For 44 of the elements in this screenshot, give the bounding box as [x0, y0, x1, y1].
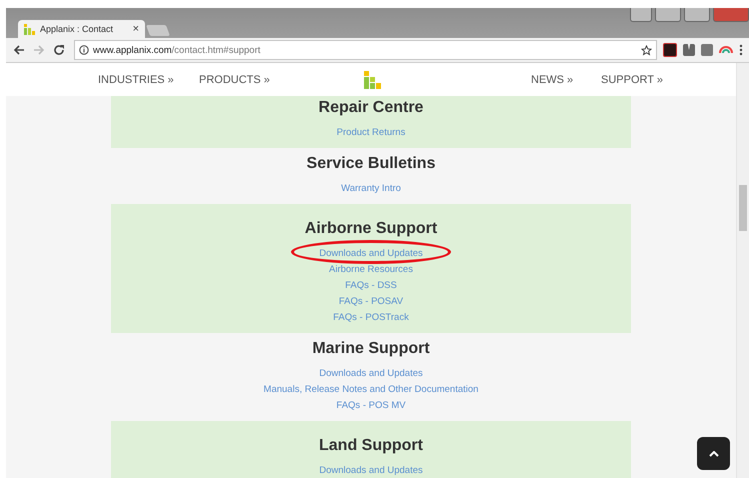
- nav-link[interactable]: SUPPORT »: [601, 74, 663, 86]
- rainbow-extension-icon[interactable]: [719, 46, 733, 54]
- scroll-to-top-button[interactable]: [697, 437, 730, 470]
- section-link[interactable]: Downloads and Updates: [319, 366, 423, 382]
- section-link[interactable]: FAQs - POS MV: [336, 398, 406, 414]
- section-heading: Service Bulletins: [306, 154, 436, 174]
- logo-icon: [24, 24, 35, 34]
- tab-close-button[interactable]: ×: [132, 23, 139, 35]
- section-link[interactable]: Manuals, Release Notes and Other Documentation: [264, 382, 478, 398]
- section-link[interactable]: FAQs - POSAV: [338, 294, 404, 310]
- logo-icon[interactable]: [364, 71, 382, 89]
- new-tab-button[interactable]: [146, 25, 170, 36]
- section-heading: Airborne Support: [304, 219, 438, 239]
- section-link[interactable]: Product Returns: [336, 125, 406, 141]
- nav-link[interactable]: NEWS »: [531, 74, 574, 86]
- section-link[interactable]: Warranty Intro: [341, 181, 401, 197]
- info-icon: [79, 45, 89, 55]
- tab-title: Applanix : Contact: [40, 24, 114, 34]
- section-heading: Land Support: [319, 436, 423, 456]
- nav-link[interactable]: INDUSTRIES »: [98, 74, 174, 86]
- section-link[interactable]: Airborne Resources: [329, 262, 413, 278]
- section-link[interactable]: FAQs - DSS: [345, 278, 397, 294]
- forward-icon[interactable]: [32, 43, 46, 57]
- section-link[interactable]: Downloads and Updates: [319, 246, 423, 262]
- section-link[interactable]: Downloads and Updates: [319, 463, 423, 478]
- menu-icon[interactable]: [739, 44, 743, 56]
- reload-icon[interactable]: [52, 43, 66, 57]
- pdf-extension-icon[interactable]: [663, 43, 677, 57]
- maximize-button[interactable]: [684, 8, 710, 22]
- back-icon[interactable]: [12, 43, 26, 57]
- browser-tab[interactable]: Applanix : Contact ×: [18, 20, 145, 38]
- nav-link[interactable]: PRODUCTS »: [199, 74, 270, 86]
- extension-icon[interactable]: [701, 44, 713, 56]
- section-heading: Repair Centre: [318, 98, 424, 118]
- minimize-button[interactable]: [655, 8, 681, 22]
- url-text: www.applanix.com/contact.htm#support: [93, 44, 260, 56]
- chevron-up-icon: [708, 450, 718, 456]
- user-button[interactable]: [630, 8, 652, 22]
- extension-icon[interactable]: [683, 44, 695, 56]
- section-link[interactable]: FAQs - POSTrack: [333, 310, 409, 326]
- address-bar[interactable]: www.applanix.com/contact.htm#support: [74, 40, 657, 60]
- star-icon[interactable]: [641, 44, 652, 56]
- section-heading: Marine Support: [312, 339, 430, 359]
- scrollbar[interactable]: [736, 63, 749, 478]
